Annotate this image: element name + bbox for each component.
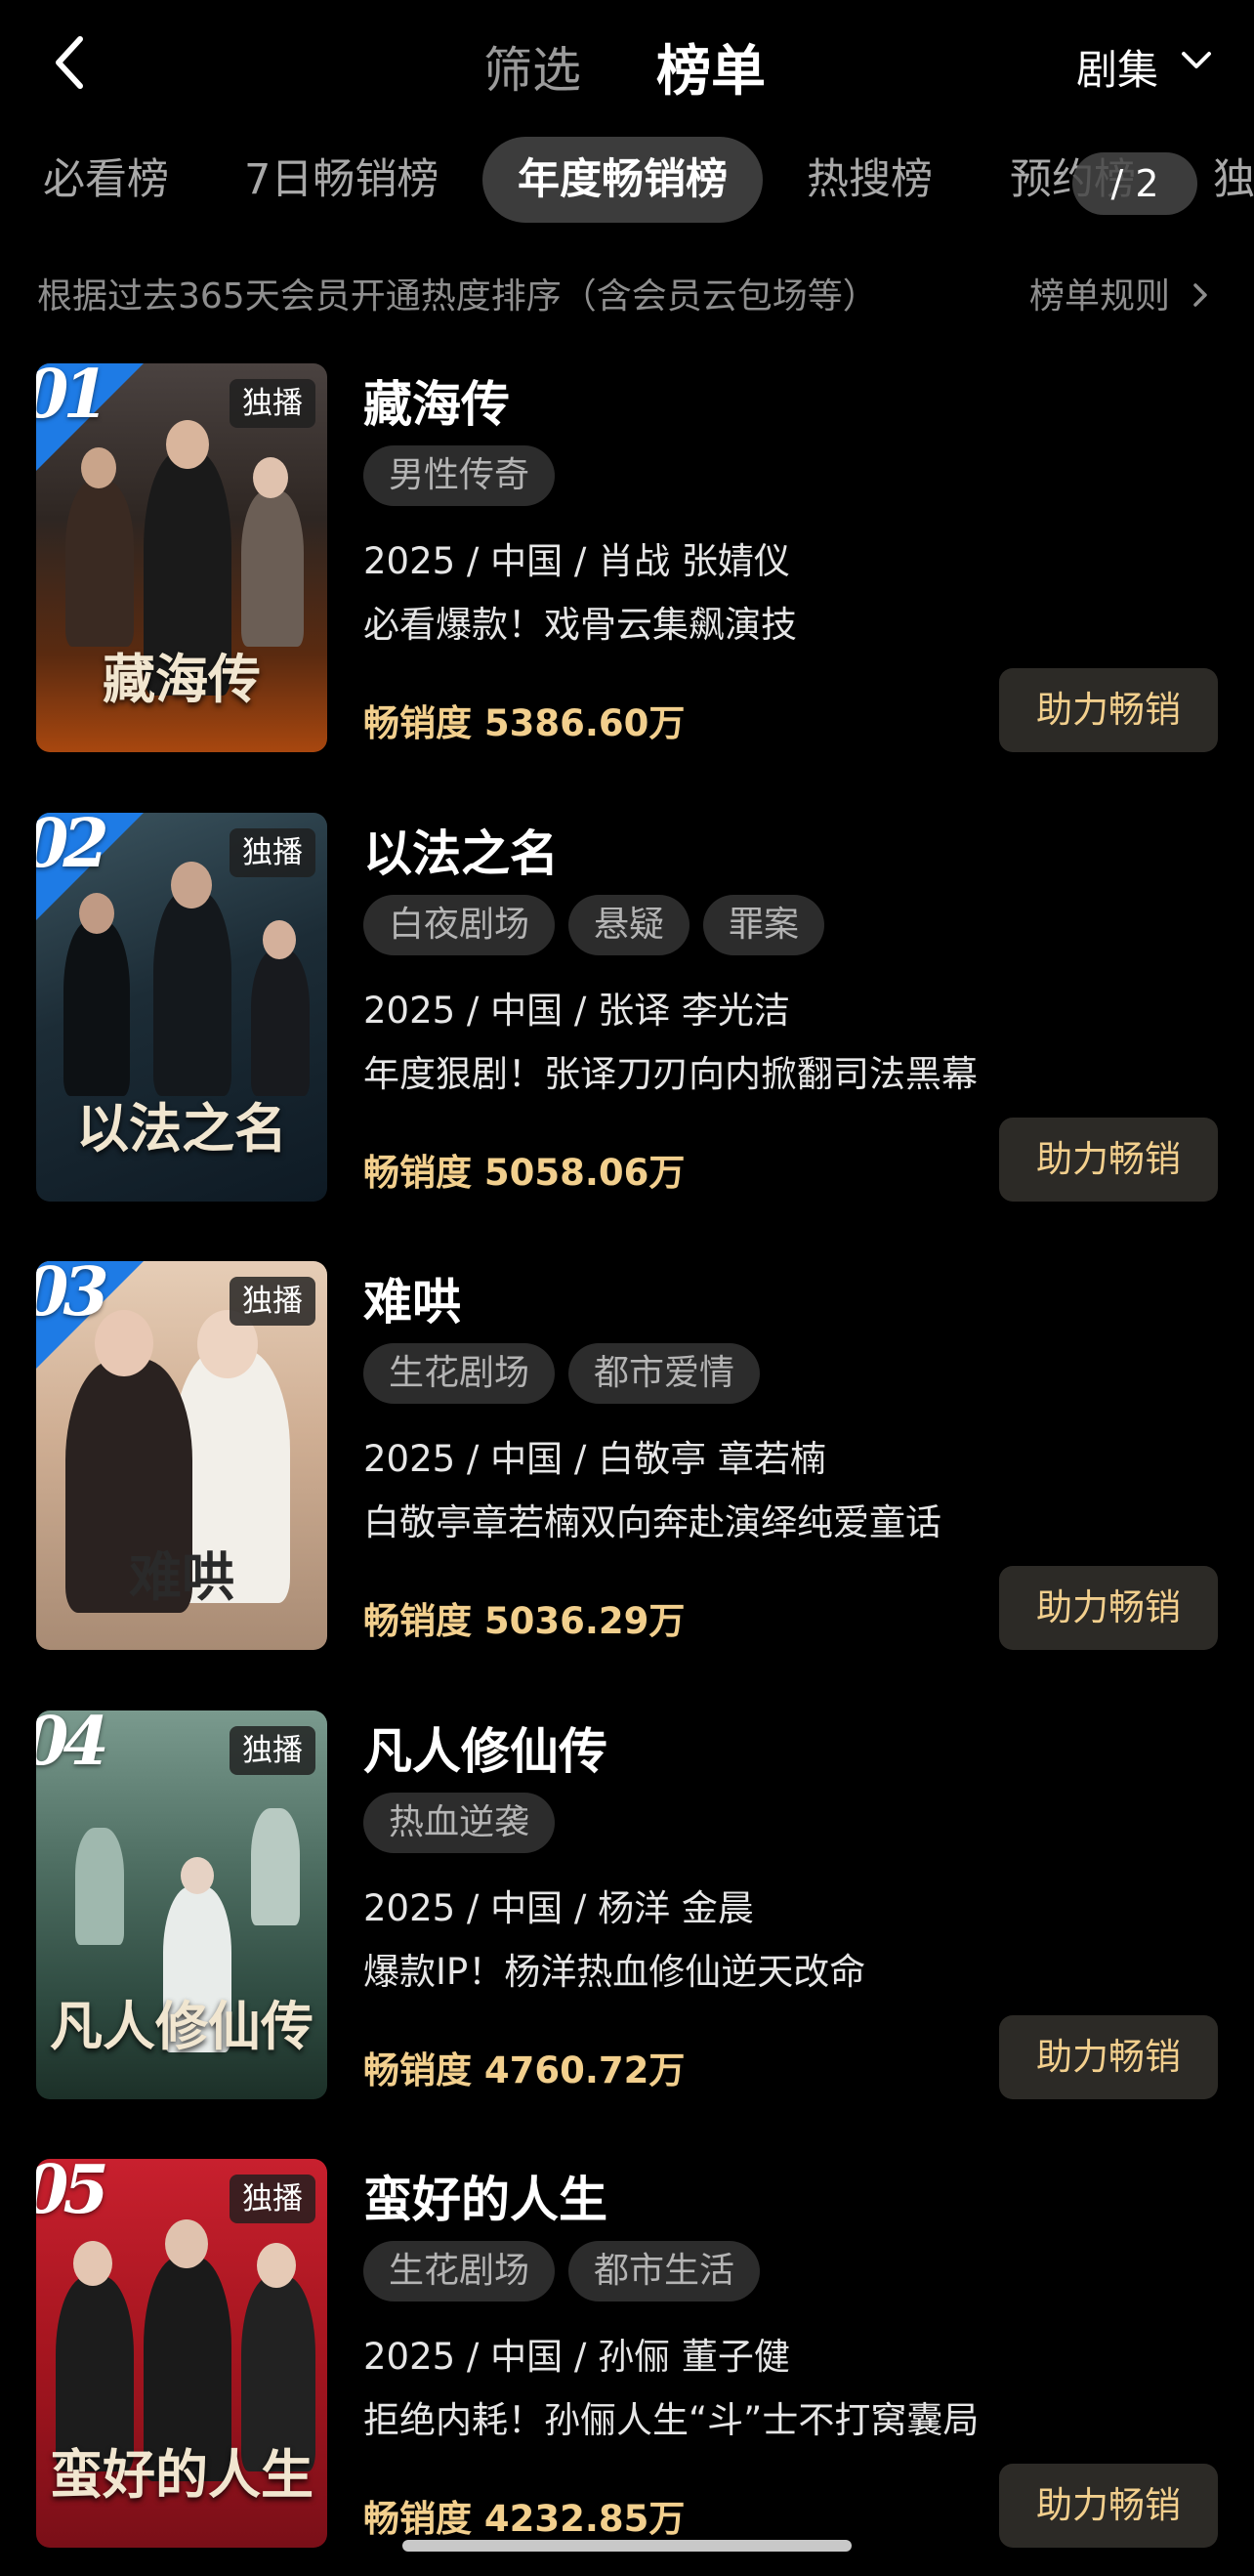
tag-list: 白夜剧场 悬疑 罪案: [363, 895, 825, 955]
tag-list: 生花剧场 都市爱情: [363, 1343, 761, 1404]
category-dropdown[interactable]: 剧集: [1076, 37, 1158, 97]
poster-image[interactable]: 藏海传 01 独播: [36, 363, 327, 752]
poster-title: 蛮好的人生: [50, 2443, 314, 2506]
sales-score: 畅销度 4232.85万: [363, 2498, 686, 2540]
genre-tag[interactable]: 罪案: [703, 895, 825, 955]
genre-tag[interactable]: 悬疑: [568, 895, 690, 955]
boost-sales-button[interactable]: 助力畅销: [999, 668, 1218, 752]
exclusive-badge: 独播: [230, 1277, 315, 1326]
poster-title: 藏海传: [103, 648, 261, 710]
show-meta: 2025 / 中国 / 杨洋 金晨: [363, 1887, 754, 1929]
show-title[interactable]: 蛮好的人生: [363, 2161, 607, 2231]
show-blurb: 爆款IP！杨洋热血修仙逆天改命: [363, 1951, 866, 1993]
list-item[interactable]: 以法之名 02 独播 以法之名 白夜剧场 悬疑 罪案 2025 / 中国 / 张…: [0, 813, 1254, 1204]
poster-title: 难哄: [129, 1545, 234, 1608]
rank-number: 04: [36, 1710, 109, 1781]
show-meta: 2025 / 中国 / 肖战 张婧仪: [363, 540, 790, 582]
sales-score: 畅销度 4760.72万: [363, 2049, 686, 2091]
filter-tab[interactable]: 筛选: [483, 31, 581, 102]
tab-7day-bestseller[interactable]: 7日畅销榜: [244, 137, 439, 223]
tag-list: 生花剧场 都市生活: [363, 2241, 761, 2302]
show-meta: 2025 / 中国 / 白敬亭 章若楠: [363, 1438, 826, 1480]
exclusive-badge: 独播: [230, 828, 315, 877]
rank-number: 05: [36, 2159, 109, 2229]
tab-annual-bestseller[interactable]: 年度畅销榜: [482, 137, 763, 223]
show-meta: 2025 / 中国 / 张译 李光洁: [363, 990, 790, 1032]
tag-list: 热血逆袭: [363, 1793, 556, 1853]
show-title[interactable]: 藏海传: [363, 365, 510, 436]
rank-number: 02: [36, 813, 109, 883]
genre-tag[interactable]: 白夜剧场: [363, 895, 556, 955]
show-title[interactable]: 以法之名: [363, 815, 559, 885]
list-item[interactable]: 凡人修仙传 04 独播 凡人修仙传 热血逆袭 2025 / 中国 / 杨洋 金晨…: [0, 1710, 1254, 2101]
sales-score: 畅销度 5058.06万: [363, 1152, 686, 1194]
list-item[interactable]: 蛮好的人生 05 独播 蛮好的人生 生花剧场 都市生活 2025 / 中国 / …: [0, 2159, 1254, 2550]
exclusive-badge: 独播: [230, 379, 315, 428]
tab-hot-search[interactable]: 热搜榜: [807, 137, 933, 223]
sales-score: 畅销度 5036.29万: [363, 1600, 686, 1642]
exclusive-badge: 独播: [230, 1726, 315, 1775]
show-title[interactable]: 凡人修仙传: [363, 1712, 607, 1783]
tab-must-watch[interactable]: 必看榜: [43, 137, 169, 223]
genre-tag[interactable]: 生花剧场: [363, 2241, 556, 2302]
chevron-right-icon[interactable]: [1191, 281, 1209, 309]
poster-image[interactable]: 难哄 03 独播: [36, 1261, 327, 1650]
poster-image[interactable]: 以法之名 02 独播: [36, 813, 327, 1202]
list-item[interactable]: 难哄 03 独播 难哄 生花剧场 都市爱情 2025 / 中国 / 白敬亭 章若…: [0, 1261, 1254, 1652]
top-nav-bar: 筛选 榜单 剧集: [0, 0, 1254, 125]
rank-number: 03: [36, 1261, 109, 1331]
poster-image[interactable]: 凡人修仙传 04 独播: [36, 1710, 327, 2099]
tag-list: 男性传奇: [363, 445, 556, 506]
page-indicator: / 2: [1072, 152, 1197, 215]
show-blurb: 必看爆款！戏骨云集飙演技: [363, 604, 797, 646]
boost-sales-button[interactable]: 助力畅销: [999, 1118, 1218, 1202]
poster-image[interactable]: 蛮好的人生 05 独播: [36, 2159, 327, 2548]
exclusive-badge: 独播: [230, 2175, 315, 2223]
genre-tag[interactable]: 热血逆袭: [363, 1793, 556, 1853]
show-blurb: 年度狠剧！张译刀刃向内掀翻司法黑幕: [363, 1053, 978, 1095]
ranking-rules-link[interactable]: 榜单规则: [1029, 268, 1170, 318]
genre-tag[interactable]: 男性传奇: [363, 445, 556, 506]
show-title[interactable]: 难哄: [363, 1263, 461, 1333]
sales-score: 畅销度 5386.60万: [363, 702, 686, 744]
genre-tag[interactable]: 都市生活: [568, 2241, 761, 2302]
boost-sales-button[interactable]: 助力畅销: [999, 2464, 1218, 2548]
chevron-down-icon[interactable]: [1180, 49, 1213, 72]
ranking-description: 根据过去365天会员开通热度排序（含会员云包场等）: [37, 276, 878, 317]
boost-sales-button[interactable]: 助力畅销: [999, 1566, 1218, 1650]
genre-tag[interactable]: 生花剧场: [363, 1343, 556, 1404]
show-blurb: 拒绝内耗！孙俪人生“斗”士不打窝囊局: [363, 2399, 980, 2441]
genre-tag[interactable]: 都市爱情: [568, 1343, 761, 1404]
tab-exclusive[interactable]: 独: [1213, 137, 1254, 223]
poster-title: 凡人修仙传: [50, 1995, 314, 2057]
ranking-tab[interactable]: 榜单: [656, 27, 766, 106]
ranking-tabs: 必看榜 7日畅销榜 年度畅销榜 热搜榜 预约榜 独: [0, 137, 1254, 225]
show-blurb: 白敬亭章若楠双向奔赴演绎纯爱童话: [363, 1501, 941, 1543]
poster-title: 以法之名: [76, 1097, 287, 1160]
home-indicator[interactable]: [402, 2540, 852, 2552]
back-arrow-icon[interactable]: [51, 33, 90, 92]
rank-number: 01: [36, 363, 109, 434]
list-item[interactable]: 藏海传 01 独播 藏海传 男性传奇 2025 / 中国 / 肖战 张婧仪 必看…: [0, 363, 1254, 754]
show-meta: 2025 / 中国 / 孙俪 董子健: [363, 2336, 790, 2378]
boost-sales-button[interactable]: 助力畅销: [999, 2015, 1218, 2099]
